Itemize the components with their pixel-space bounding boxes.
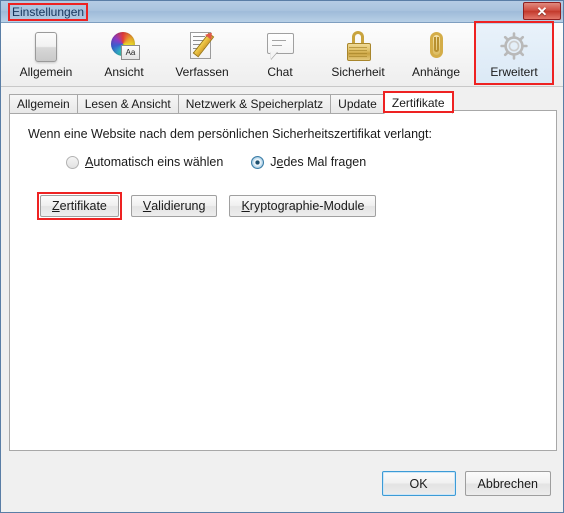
gear-icon bbox=[497, 29, 531, 63]
toolbar-item-ansicht[interactable]: Aa Ansicht bbox=[85, 23, 163, 85]
toolbar-item-verfassen[interactable]: Verfassen bbox=[163, 23, 241, 85]
toolbar-item-chat[interactable]: Chat bbox=[241, 23, 319, 85]
zertifikate-button-highlight: Zertifikate bbox=[37, 192, 131, 220]
toolbar-label-anhaenge: Anhänge bbox=[411, 65, 461, 79]
toolbar-item-allgemein[interactable]: Allgemein bbox=[7, 23, 85, 85]
window-title: Einstellungen bbox=[12, 4, 85, 19]
window-toggle-icon bbox=[29, 29, 63, 63]
preferences-toolbar: Allgemein Aa Ansicht Verfassen Chat Sich… bbox=[1, 21, 563, 87]
tab-content-panel: Wenn eine Website nach dem persönlichen … bbox=[9, 110, 557, 451]
tab-update[interactable]: Update bbox=[330, 94, 385, 114]
certificate-action-buttons: Zertifikate Validierung Kryptographie-Mo… bbox=[37, 192, 538, 220]
tab-strip: Allgemein Lesen & Ansicht Netzwerk & Spe… bbox=[9, 91, 563, 114]
toolbar-item-erweitert[interactable]: Erweitert bbox=[474, 21, 554, 85]
zertifikate-button[interactable]: Zertifikate bbox=[40, 195, 119, 217]
toolbar-item-anhaenge[interactable]: Anhänge bbox=[397, 23, 475, 85]
compose-pencil-icon bbox=[185, 29, 219, 63]
radio-indicator-automatisch[interactable] bbox=[66, 155, 79, 169]
tab-netzwerk-speicherplatz[interactable]: Netzwerk & Speicherplatz bbox=[177, 94, 332, 114]
chat-bubble-icon bbox=[263, 29, 297, 63]
toolbar-label-allgemein: Allgemein bbox=[19, 65, 73, 79]
title-bar: Einstellungen ✕ bbox=[1, 1, 563, 23]
color-wheel-icon: Aa bbox=[107, 29, 141, 63]
validierung-button-wrap: Validierung bbox=[130, 195, 230, 217]
tab-lesen-ansicht[interactable]: Lesen & Ansicht bbox=[76, 94, 179, 114]
paperclip-icon bbox=[419, 29, 453, 63]
dialog-footer: OK Abbrechen bbox=[1, 455, 563, 512]
toolbar-item-sicherheit[interactable]: Sicherheit bbox=[319, 23, 397, 85]
radio-automatisch-eins-waehlen[interactable]: Automatisch eins wählen bbox=[66, 155, 223, 169]
close-button[interactable]: ✕ bbox=[523, 2, 561, 20]
toolbar-label-erweitert: Erweitert bbox=[490, 65, 538, 79]
radio-jedes-mal-fragen[interactable]: Jedes Mal fragen bbox=[251, 155, 366, 169]
toolbar-label-verfassen: Verfassen bbox=[175, 65, 229, 79]
radio-indicator-jedes-mal[interactable] bbox=[251, 155, 265, 169]
certificate-selection-radio-group: Automatisch eins wählen Jedes Mal fragen bbox=[66, 155, 538, 169]
tab-allgemein[interactable]: Allgemein bbox=[9, 94, 78, 114]
tab-zertifikate[interactable]: Zertifikate bbox=[382, 91, 454, 114]
kryptographie-module-button-wrap: Kryptographie-Module bbox=[229, 195, 388, 217]
window-title-highlight: Einstellungen bbox=[8, 2, 89, 21]
validierung-button[interactable]: Validierung bbox=[130, 195, 218, 217]
preferences-window: Einstellungen ✕ Allgemein Aa Ansicht Ver… bbox=[0, 0, 564, 513]
ok-button[interactable]: OK bbox=[381, 471, 456, 496]
toolbar-label-sicherheit: Sicherheit bbox=[331, 65, 385, 79]
certificate-prompt-label: Wenn eine Website nach dem persönlichen … bbox=[28, 127, 432, 141]
radio-label-jedes-mal: Jedes Mal fragen bbox=[270, 155, 367, 169]
kryptographie-module-button[interactable]: Kryptographie-Module bbox=[229, 195, 377, 217]
cancel-button[interactable]: Abbrechen bbox=[464, 471, 551, 496]
close-icon: ✕ bbox=[536, 3, 548, 19]
toolbar-label-chat: Chat bbox=[267, 65, 293, 79]
radio-label-automatisch: Automatisch eins wählen bbox=[85, 155, 224, 169]
padlock-icon bbox=[341, 29, 375, 63]
toolbar-label-ansicht: Ansicht bbox=[104, 65, 144, 79]
